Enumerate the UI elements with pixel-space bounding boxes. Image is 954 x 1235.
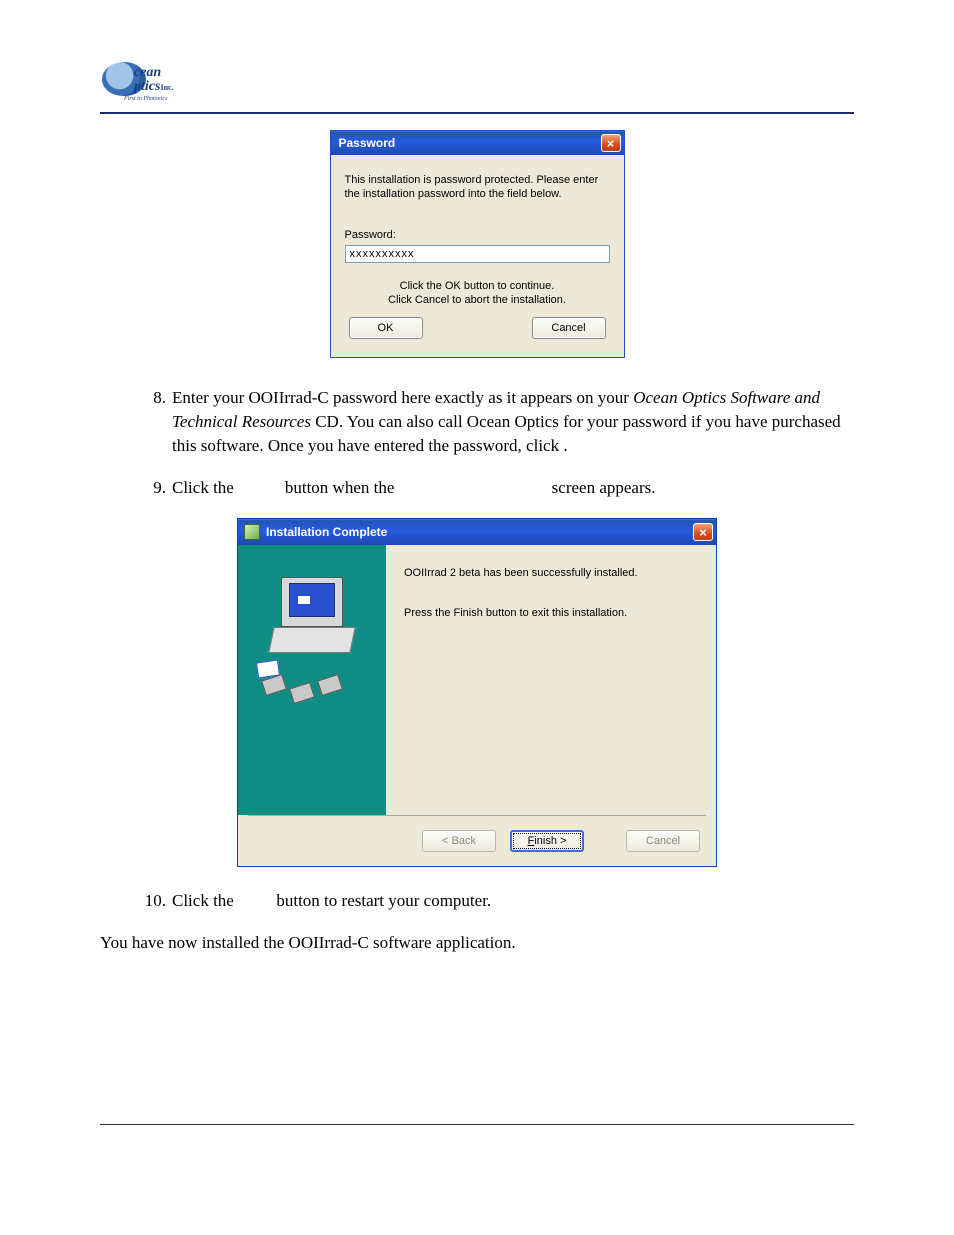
password-titlebar: Password × <box>331 131 624 155</box>
step-text: Click the button to restart your compute… <box>172 889 854 913</box>
cancel-button[interactable]: Cancel <box>532 317 606 339</box>
step-number: 10. <box>140 889 172 913</box>
password-title: Password <box>339 136 396 150</box>
close-icon[interactable]: × <box>601 134 621 152</box>
install-side-art <box>238 545 386 815</box>
finish-button[interactable]: Finish > <box>510 830 584 852</box>
password-message: This installation is password protected.… <box>345 173 610 201</box>
install-body: OOIIrrad 2 beta has been successfully in… <box>386 545 716 815</box>
close-icon[interactable]: × <box>693 523 713 541</box>
logo-text: cean pticsInc. <box>134 66 174 95</box>
installation-complete-dialog: Installation Complete × OOIIrrad 2 beta … <box>237 518 717 867</box>
step-10: 10. Click the button to restart your com… <box>140 889 854 913</box>
closing-line: You have now installed the OOIIrrad-C so… <box>100 931 854 955</box>
password-dialog: Password × This installation is password… <box>330 130 625 358</box>
step-number: 8. <box>140 386 172 458</box>
ok-button[interactable]: OK <box>349 317 423 339</box>
step-text: Click the button when the screen appears… <box>172 476 854 500</box>
step-8: 8. Enter your OOIIrrad-C password here e… <box>140 386 854 458</box>
step-number: 9. <box>140 476 172 500</box>
password-hints: Click the OK button to continue. Click C… <box>345 279 610 307</box>
computer-icon <box>257 577 367 737</box>
install-success-msg: OOIIrrad 2 beta has been successfully in… <box>404 565 696 581</box>
install-titlebar: Installation Complete × <box>238 519 716 545</box>
password-label: Password: <box>345 229 610 241</box>
back-button: < Back <box>422 830 496 852</box>
installer-icon <box>244 524 260 540</box>
logo-tagline: First in Photonics <box>124 96 167 102</box>
footer-rule <box>100 1124 854 1125</box>
install-title: Installation Complete <box>266 525 387 539</box>
step-9: 9. Click the button when the screen appe… <box>140 476 854 500</box>
step-text: Enter your OOIIrrad-C password here exac… <box>172 386 854 458</box>
ocean-optics-logo: cean pticsInc. First in Photonics <box>100 60 182 108</box>
password-input[interactable] <box>345 245 610 263</box>
cancel-button: Cancel <box>626 830 700 852</box>
install-instruction: Press the Finish button to exit this ins… <box>404 605 696 621</box>
page-header: cean pticsInc. First in Photonics <box>100 60 854 114</box>
